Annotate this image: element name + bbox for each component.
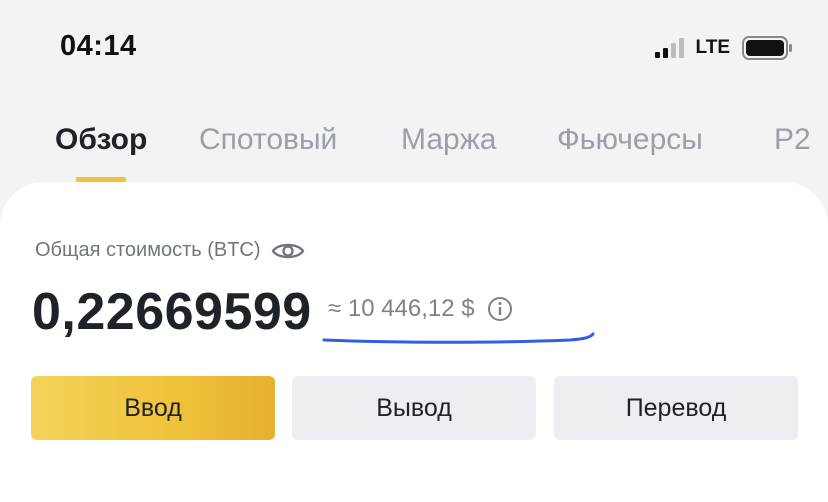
usd-balance-row: ≈ 10 446,12 $ [328,295,513,323]
status-bar: 04:14 LTE [0,0,828,95]
deposit-button[interactable]: Ввод [31,376,275,440]
tab-futures[interactable]: Фьючерсы [557,123,703,157]
status-indicators: LTE [654,36,794,60]
tab-overview[interactable]: Обзор [55,123,147,157]
battery-icon [742,36,792,60]
eye-icon[interactable] [271,240,305,262]
tab-spot[interactable]: Спотовый [199,123,337,157]
withdraw-button[interactable]: Вывод [292,376,536,440]
tab-p2p[interactable]: P2 [774,123,811,157]
total-value-text: Общая стоимость (BTC) [35,239,261,261]
signal-icon [654,38,684,58]
handdrawn-underline [322,332,595,344]
transfer-button[interactable]: Перевод [554,376,798,440]
total-value-label: Общая стоимость (BTC) [35,239,305,262]
info-icon[interactable] [487,296,513,322]
network-label: LTE [695,37,730,58]
btc-balance: 0,22669599 [32,283,312,341]
tab-bar: Обзор Спотовый Маржа Фьючерсы P2 [0,95,828,185]
tab-margin[interactable]: Маржа [401,123,496,157]
status-time: 04:14 [60,30,137,62]
usd-balance: ≈ 10 446,12 $ [328,295,475,322]
